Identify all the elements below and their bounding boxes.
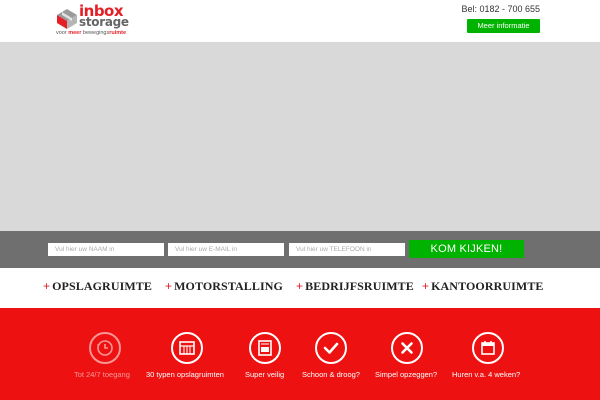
page: inbox storage voor meer bewegingsruimte … — [0, 0, 600, 400]
feature-label-clean: Schoon & droog? — [302, 370, 360, 379]
name-input[interactable] — [48, 243, 164, 256]
category-kantoorruimte[interactable]: + KANTOORRUIMTE — [422, 279, 544, 294]
category-nav: + OPSLAGRUIMTE + MOTORSTALLING + BEDRIJFSRU… — [0, 268, 600, 308]
site-header: inbox storage voor meer bewegingsruimte … — [0, 0, 600, 42]
logo-word-storage: storage — [79, 15, 129, 29]
category-opslagruimte[interactable]: + OPSLAGRUIMTE — [43, 279, 152, 294]
clock-icon — [89, 332, 121, 364]
phone-number[interactable]: Bel: 0182 - 700 655 — [461, 4, 540, 14]
category-motorstalling[interactable]: + MOTORSTALLING — [165, 279, 283, 294]
feature-label-cancel: Simpel opzeggen? — [375, 370, 438, 379]
hero-image-area — [0, 42, 600, 231]
feature-label-rent: Huren v.a. 4 weken? — [452, 370, 521, 379]
email-input[interactable] — [168, 243, 284, 256]
feature-label-types: 30 typen opslagruimten — [146, 370, 224, 379]
safe-icon — [249, 332, 281, 364]
calendar-icon — [472, 332, 504, 364]
cube-logo-icon — [57, 9, 77, 29]
features-strip: Tot 24/7 toegang 30 typen opslagruimten … — [0, 308, 600, 400]
cross-icon — [391, 332, 423, 364]
logo[interactable]: inbox storage voor meer bewegingsruimte — [56, 3, 176, 38]
logo-tagline: voor meer bewegingsruimte — [56, 30, 127, 36]
phone-input[interactable] — [289, 243, 405, 256]
storage-units-icon — [171, 332, 203, 364]
feature-label-secure: Super veilig — [245, 370, 285, 379]
category-bedrijfsruimte[interactable]: + BEDRIJFSRUIMTE — [296, 279, 414, 294]
more-info-button[interactable]: Meer informatie — [467, 19, 540, 33]
visit-submit-button[interactable]: KOM KIJKEN! — [409, 240, 524, 258]
feature-label-access: Tot 24/7 toegang — [74, 370, 130, 379]
checkmark-icon — [315, 332, 347, 364]
